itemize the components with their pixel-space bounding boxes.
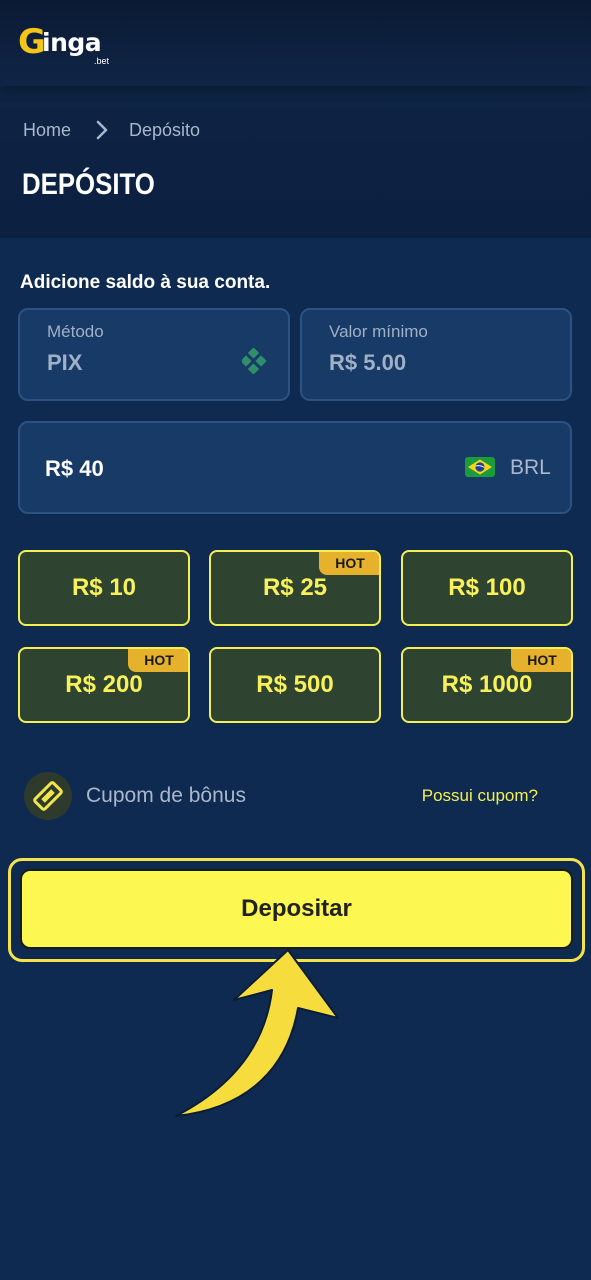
preset-amount-label: R$ 25 (262, 574, 328, 601)
preset-amount-button[interactable]: R$ 10 (18, 550, 190, 626)
preset-amount-button[interactable]: R$ 500 (209, 647, 381, 723)
hot-badge: HOT (319, 552, 379, 575)
preset-amount-button[interactable]: R$ 100 (401, 550, 573, 626)
ticket-icon (24, 772, 72, 820)
deposit-button[interactable]: Depositar (20, 869, 573, 949)
logo-sub: .bet (94, 56, 110, 66)
preset-amount-label: R$ 100 (448, 574, 526, 601)
hot-badge: HOT (128, 649, 188, 672)
chevron-right-icon (96, 120, 108, 140)
page-hero: Home Depósito DEPÓSITO (0, 86, 591, 238)
method-label: Método (47, 322, 104, 341)
preset-amount-label: R$ 1000 (441, 671, 533, 698)
pix-icon (242, 348, 267, 374)
method-value: PIX (47, 350, 83, 375)
breadcrumb: Home Depósito (23, 118, 200, 142)
breadcrumb-home[interactable]: Home (23, 120, 71, 141)
logo-word: inga (42, 28, 102, 57)
deposit-panel: Adicione saldo à sua conta. Método PIX V… (0, 238, 591, 1280)
amount-value: R$ 40 (45, 456, 104, 481)
preset-amount-button[interactable]: R$ 200 HOT (18, 647, 190, 723)
deposit-subtitle: Adicione saldo à sua conta. (20, 272, 271, 293)
amount-input[interactable]: R$ 40 BRL (18, 421, 572, 514)
hot-badge: HOT (511, 649, 571, 672)
app-header: G inga .bet (0, 0, 591, 86)
has-coupon-link[interactable]: Possui cupom? (422, 786, 538, 806)
coupon-row: Cupom de bônus Possui cupom? (24, 770, 564, 820)
minimum-value-field: Valor mínimo R$ 5.00 (300, 308, 572, 401)
preset-amount-label: R$ 500 (256, 671, 334, 698)
pointer-arrow-icon (175, 949, 339, 1117)
currency-code: BRL (510, 456, 551, 479)
preset-amount-button[interactable]: R$ 25 HOT (209, 550, 381, 626)
page-title: DEPÓSITO (22, 168, 155, 201)
minimum-label: Valor mínimo (329, 322, 428, 341)
preset-amount-label: R$ 10 (71, 574, 137, 601)
brazil-flag-icon (465, 457, 495, 477)
method-field[interactable]: Método PIX (18, 308, 290, 401)
minimum-value: R$ 5.00 (329, 350, 407, 375)
coupon-label: Cupom de bônus (86, 784, 246, 807)
preset-amount-button[interactable]: R$ 1000 HOT (401, 647, 573, 723)
breadcrumb-current: Depósito (129, 119, 201, 140)
preset-amount-label: R$ 200 (65, 671, 143, 698)
